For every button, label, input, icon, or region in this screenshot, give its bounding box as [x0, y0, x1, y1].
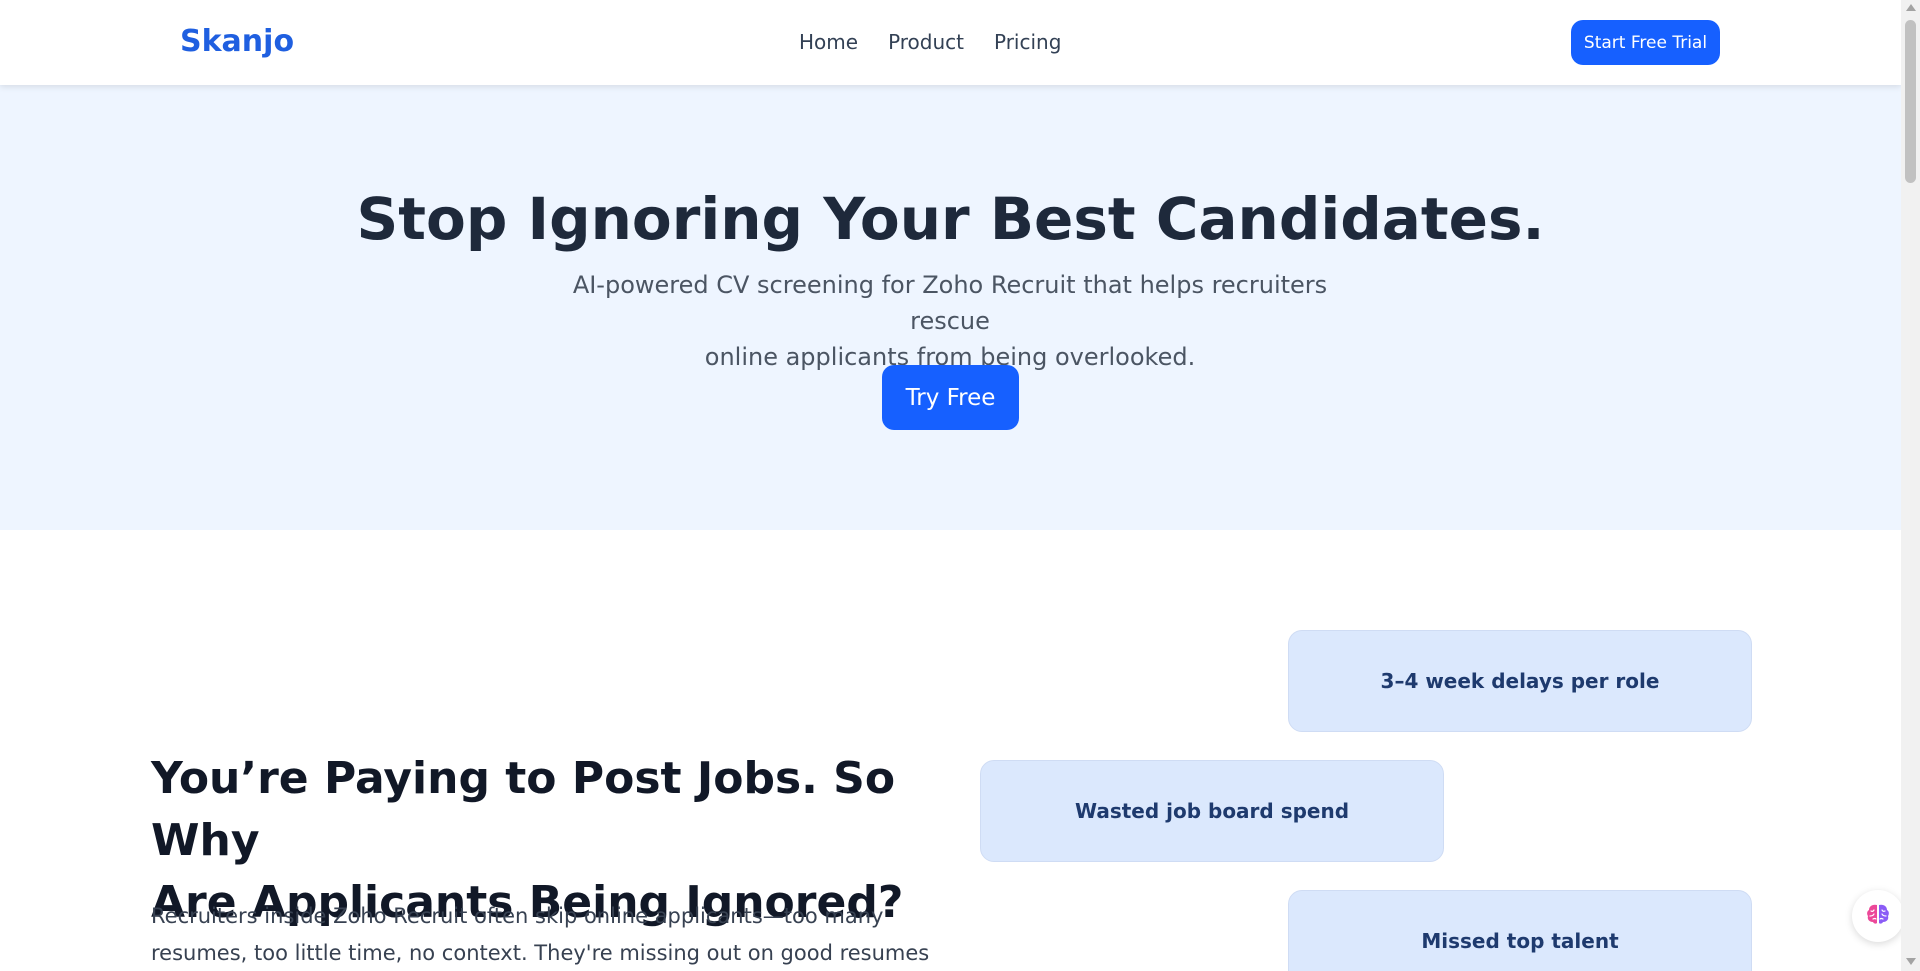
- brand-logo[interactable]: Skanjo: [180, 24, 294, 59]
- ai-assistant-button[interactable]: [1852, 890, 1901, 942]
- pain-point-card-missed-talent: Missed top talent: [1288, 890, 1752, 971]
- problem-body: Recruiters inside Zoho Recruit often ski…: [151, 898, 931, 971]
- hero-subtitle-line-1: AI-powered CV screening for Zoho Recruit…: [572, 271, 1328, 335]
- start-free-trial-button[interactable]: Start Free Trial: [1571, 20, 1720, 65]
- try-free-button[interactable]: Try Free: [882, 365, 1019, 430]
- nav-link-home[interactable]: Home: [799, 30, 858, 54]
- pain-point-card-delays: 3–4 week delays per role: [1288, 630, 1752, 732]
- brain-icon: [1865, 902, 1891, 930]
- nav-link-product[interactable]: Product: [888, 30, 964, 54]
- scroll-up-arrow-icon[interactable]: [1906, 4, 1916, 11]
- page-viewport: Skanjo Home Product Pricing Start Free T…: [0, 0, 1901, 971]
- problem-title-line-1: You’re Paying to Post Jobs. So Why: [151, 753, 896, 866]
- vertical-scrollbar[interactable]: [1901, 0, 1920, 971]
- hero-section: Stop Ignoring Your Best Candidates. AI-p…: [0, 85, 1901, 530]
- hero-subtitle: AI-powered CV screening for Zoho Recruit…: [550, 267, 1350, 375]
- top-navbar: Skanjo Home Product Pricing Start Free T…: [0, 0, 1901, 85]
- main-nav: Home Product Pricing: [799, 30, 1061, 54]
- scrollbar-thumb[interactable]: [1905, 20, 1916, 183]
- scroll-down-arrow-icon[interactable]: [1906, 958, 1916, 965]
- nav-link-pricing[interactable]: Pricing: [994, 30, 1061, 54]
- problem-body-line-1: Recruiters inside Zoho Recruit often ski…: [151, 904, 884, 928]
- hero-title: Stop Ignoring Your Best Candidates.: [356, 185, 1545, 253]
- problem-body-line-2: resumes, too little time, no context. Th…: [151, 941, 930, 965]
- pain-point-card-wasted-spend: Wasted job board spend: [980, 760, 1444, 862]
